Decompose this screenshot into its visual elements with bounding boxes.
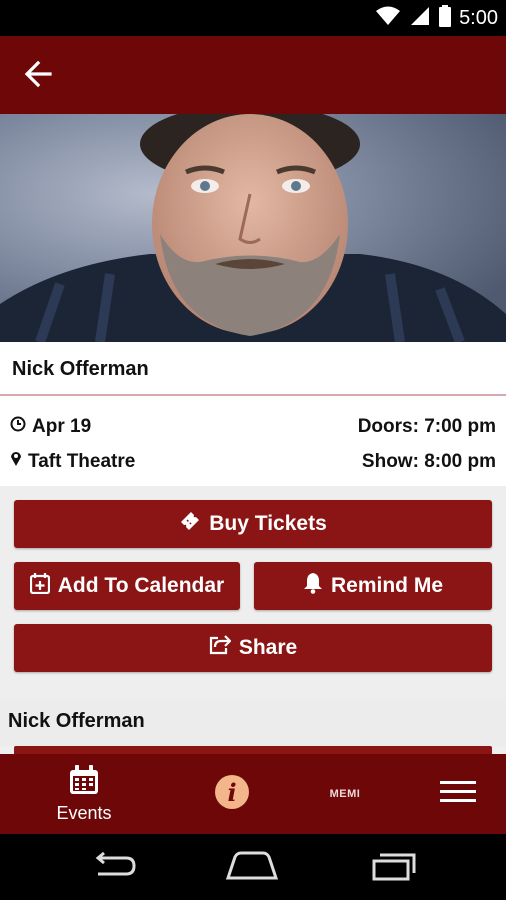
system-recents-button[interactable] (364, 848, 424, 888)
info-icon: i (214, 774, 250, 815)
ticket-icon (179, 510, 201, 538)
event-title-row: Nick Offerman (0, 342, 506, 396)
system-back-button[interactable] (84, 848, 144, 888)
add-to-calendar-button[interactable]: Add To Calendar (14, 562, 240, 610)
buy-tickets-button[interactable]: Buy Tickets (14, 500, 492, 548)
section-title: Nick Offerman (8, 710, 145, 732)
back-button[interactable] (18, 56, 58, 96)
memi-logo: MEMI (329, 788, 361, 800)
nav-events[interactable]: Events (34, 754, 134, 834)
system-home-button[interactable] (222, 848, 282, 888)
remind-me-label: Remind Me (330, 574, 443, 597)
show-time: Show: 8:00 pm (361, 450, 496, 472)
wifi-icon (375, 5, 401, 32)
arrow-back-icon (23, 59, 53, 94)
event-title: Nick Offerman (12, 358, 149, 380)
venue-group: Taft Theatre (10, 450, 135, 473)
share-icon (209, 635, 232, 661)
system-back-icon (90, 851, 138, 885)
venue-row: Taft Theatre Show: 8:00 pm (10, 450, 496, 473)
svg-text:i: i (227, 778, 236, 807)
performer-photo (0, 114, 506, 342)
system-recents-icon (370, 851, 418, 886)
status-icons: 5:00 (375, 5, 498, 32)
calendar-icon (68, 764, 100, 801)
status-time: 5:00 (459, 7, 498, 29)
share-label: Share (238, 636, 298, 659)
clock-icon (10, 416, 26, 438)
event-date: Apr 19 (32, 416, 92, 437)
event-info: Apr 19 Doors: 7:00 pm Taft Theatre Show:… (0, 396, 506, 486)
location-pin-icon (10, 450, 22, 473)
section-header: Nick Offerman (0, 700, 506, 746)
bottom-nav: Events i MEMI (0, 754, 506, 834)
date-group: Apr 19 (10, 416, 91, 438)
buy-tickets-label: Buy Tickets (209, 512, 327, 535)
share-button[interactable]: Share (14, 624, 492, 672)
nav-memi[interactable]: MEMI (315, 754, 375, 834)
remind-me-button[interactable]: Remind Me (254, 562, 492, 610)
doors-time: Doors: 7:00 pm (357, 416, 496, 437)
menu-icon (440, 779, 476, 810)
actions-panel: Buy Tickets Add To Calendar Remind Me Sh… (0, 486, 506, 700)
bell-icon (303, 572, 323, 600)
date-row: Apr 19 Doors: 7:00 pm (10, 416, 496, 438)
system-nav-bar (0, 834, 506, 900)
status-bar: 5:00 (0, 0, 506, 36)
nav-info[interactable]: i (202, 754, 262, 834)
add-to-calendar-label: Add To Calendar (57, 574, 225, 597)
nav-menu[interactable] (428, 754, 488, 834)
signal-icon (409, 5, 431, 32)
event-venue[interactable]: Taft Theatre (28, 451, 135, 473)
app-bar (0, 36, 506, 114)
nav-events-label: Events (56, 803, 112, 823)
battery-icon (439, 5, 452, 32)
system-home-icon (225, 851, 279, 886)
calendar-add-icon (29, 572, 50, 600)
